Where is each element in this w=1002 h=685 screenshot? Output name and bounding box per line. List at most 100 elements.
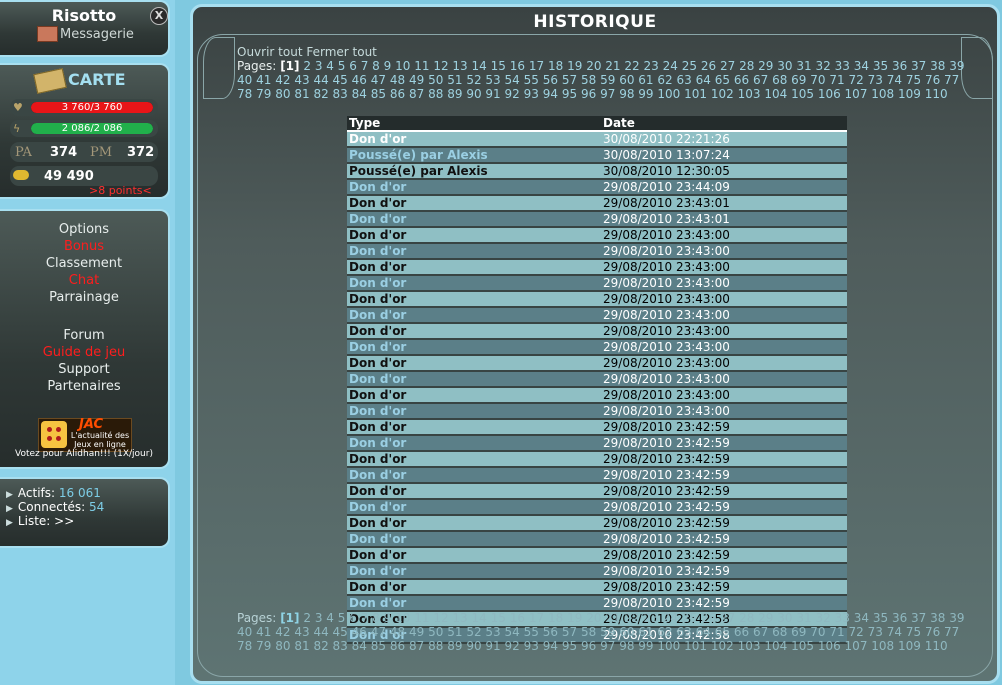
bottom-page-link[interactable]: 73 bbox=[868, 625, 883, 639]
bottom-page-link[interactable]: 55 bbox=[524, 625, 539, 639]
bottom-page-link[interactable]: 4 bbox=[326, 611, 334, 625]
top-page-link[interactable]: 38 bbox=[930, 59, 945, 73]
menu-item-partenaires[interactable]: Partenaires bbox=[0, 378, 168, 395]
top-page-link[interactable]: 23 bbox=[644, 59, 659, 73]
bottom-page-link[interactable]: 108 bbox=[871, 639, 894, 653]
top-page-link[interactable]: 77 bbox=[944, 73, 959, 87]
close-all-link[interactable]: Fermer tout bbox=[306, 45, 377, 59]
table-row[interactable]: Don d'or 29/08/2010 23:43:00 bbox=[347, 403, 847, 420]
menu-item-guide-de-jeu[interactable]: Guide de jeu bbox=[0, 344, 168, 361]
bottom-page-link[interactable]: 84 bbox=[352, 639, 367, 653]
top-page-link[interactable]: 74 bbox=[887, 73, 902, 87]
menu-item-parrainage[interactable]: Parrainage bbox=[0, 289, 168, 306]
top-page-link[interactable]: 24 bbox=[663, 59, 678, 73]
top-page-link[interactable]: 88 bbox=[428, 87, 443, 101]
top-page-link[interactable]: 85 bbox=[371, 87, 386, 101]
bottom-page-link[interactable]: 51 bbox=[447, 625, 462, 639]
top-page-link[interactable]: 39 bbox=[949, 59, 964, 73]
top-page-link[interactable]: 93 bbox=[524, 87, 539, 101]
top-page-link[interactable]: 6 bbox=[349, 59, 357, 73]
top-page-link[interactable]: 90 bbox=[466, 87, 481, 101]
top-page-link[interactable]: 86 bbox=[390, 87, 405, 101]
bottom-page-link[interactable]: 13 bbox=[452, 611, 467, 625]
liste-value[interactable]: >> bbox=[54, 514, 74, 528]
top-page-link[interactable]: 12 bbox=[433, 59, 448, 73]
bottom-page-link[interactable]: 79 bbox=[256, 639, 271, 653]
top-page-link[interactable]: 11 bbox=[414, 59, 429, 73]
top-page-link[interactable]: 103 bbox=[738, 87, 761, 101]
top-page-link[interactable]: 22 bbox=[624, 59, 639, 73]
top-page-link[interactable]: 65 bbox=[715, 73, 730, 87]
top-page-link[interactable]: 110 bbox=[925, 87, 948, 101]
bottom-page-link[interactable]: 70 bbox=[810, 625, 825, 639]
table-row[interactable]: Don d'or 29/08/2010 23:42:59 bbox=[347, 419, 847, 436]
bottom-page-link[interactable]: 12 bbox=[433, 611, 448, 625]
bottom-page-link[interactable]: 60 bbox=[619, 625, 634, 639]
liste-line[interactable]: ▶ Liste: >> bbox=[6, 514, 74, 528]
bottom-page-link[interactable]: 5 bbox=[338, 611, 346, 625]
close-button[interactable]: X bbox=[150, 7, 168, 25]
table-row[interactable]: Don d'or 29/08/2010 23:42:59 bbox=[347, 579, 847, 596]
top-page-link[interactable]: 104 bbox=[764, 87, 787, 101]
bottom-page-link[interactable]: 81 bbox=[294, 639, 309, 653]
top-page-link[interactable]: 98 bbox=[619, 87, 634, 101]
bottom-page-link[interactable]: 15 bbox=[491, 611, 506, 625]
top-page-link[interactable]: 95 bbox=[562, 87, 577, 101]
top-page-link[interactable]: 108 bbox=[871, 87, 894, 101]
top-page-link[interactable]: 76 bbox=[925, 73, 940, 87]
bottom-page-link[interactable]: 102 bbox=[711, 639, 734, 653]
bottom-page-link[interactable]: 90 bbox=[466, 639, 481, 653]
menu-item-options[interactable]: Options bbox=[0, 221, 168, 238]
top-page-link[interactable]: 89 bbox=[447, 87, 462, 101]
bottom-page-link[interactable]: 6 bbox=[349, 611, 357, 625]
top-page-link[interactable]: 109 bbox=[898, 87, 921, 101]
top-page-link[interactable]: 18 bbox=[548, 59, 563, 73]
bottom-page-link[interactable]: 67 bbox=[753, 625, 768, 639]
bottom-page-link[interactable]: 110 bbox=[925, 639, 948, 653]
top-page-link[interactable]: 58 bbox=[581, 73, 596, 87]
bottom-page-link[interactable]: 71 bbox=[829, 625, 844, 639]
table-row[interactable]: Poussé(e) par Alexis 30/08/2010 13:07:24 bbox=[347, 147, 847, 164]
top-page-link[interactable]: 43 bbox=[294, 73, 309, 87]
top-page-link[interactable]: 75 bbox=[906, 73, 921, 87]
bottom-page-link[interactable]: 109 bbox=[898, 639, 921, 653]
table-row[interactable]: Don d'or 30/08/2010 22:21:26 bbox=[347, 131, 847, 148]
bottom-page-link[interactable]: 65 bbox=[715, 625, 730, 639]
table-row[interactable]: Don d'or 29/08/2010 23:43:00 bbox=[347, 371, 847, 388]
top-page-link[interactable]: 80 bbox=[275, 87, 290, 101]
bottom-page-link[interactable]: 7 bbox=[361, 611, 369, 625]
top-page-link[interactable]: 31 bbox=[796, 59, 811, 73]
top-page-link[interactable]: 62 bbox=[657, 73, 672, 87]
table-row[interactable]: Don d'or 29/08/2010 23:43:01 bbox=[347, 211, 847, 228]
top-page-link[interactable]: 41 bbox=[256, 73, 271, 87]
bottom-page-link[interactable]: 56 bbox=[543, 625, 558, 639]
bottom-page-link[interactable]: 48 bbox=[390, 625, 405, 639]
top-page-link[interactable]: 3 bbox=[315, 59, 323, 73]
top-page-link[interactable]: 19 bbox=[567, 59, 582, 73]
top-page-link[interactable]: 34 bbox=[854, 59, 869, 73]
top-page-link[interactable]: 13 bbox=[452, 59, 467, 73]
bottom-page-link[interactable]: 24 bbox=[663, 611, 678, 625]
bottom-page-link[interactable]: 40 bbox=[237, 625, 252, 639]
top-page-link[interactable]: 107 bbox=[845, 87, 868, 101]
bottom-page-link[interactable]: 28 bbox=[739, 611, 754, 625]
top-page-link[interactable]: 105 bbox=[791, 87, 814, 101]
table-row[interactable]: Don d'or 29/08/2010 23:42:59 bbox=[347, 515, 847, 532]
table-row[interactable]: Don d'or 29/08/2010 23:43:00 bbox=[347, 275, 847, 292]
top-page-link[interactable]: 2 bbox=[303, 59, 311, 73]
top-page-link[interactable]: 26 bbox=[701, 59, 716, 73]
top-page-link[interactable]: 25 bbox=[682, 59, 697, 73]
top-page-link[interactable]: 14 bbox=[472, 59, 487, 73]
top-page-link[interactable]: 55 bbox=[524, 73, 539, 87]
bottom-page-link[interactable]: 74 bbox=[887, 625, 902, 639]
table-row[interactable]: Don d'or 29/08/2010 23:43:00 bbox=[347, 323, 847, 340]
bottom-page-link[interactable]: 52 bbox=[466, 625, 481, 639]
top-page-link[interactable]: 47 bbox=[371, 73, 386, 87]
points-link[interactable]: >8 points< bbox=[89, 184, 152, 197]
bottom-page-link[interactable]: 89 bbox=[447, 639, 462, 653]
bottom-page-link[interactable]: 83 bbox=[333, 639, 348, 653]
table-row[interactable]: Don d'or 29/08/2010 23:43:00 bbox=[347, 355, 847, 372]
bottom-page-link[interactable]: 19 bbox=[567, 611, 582, 625]
top-page-link[interactable]: 78 bbox=[237, 87, 252, 101]
bottom-page-link[interactable]: 87 bbox=[409, 639, 424, 653]
